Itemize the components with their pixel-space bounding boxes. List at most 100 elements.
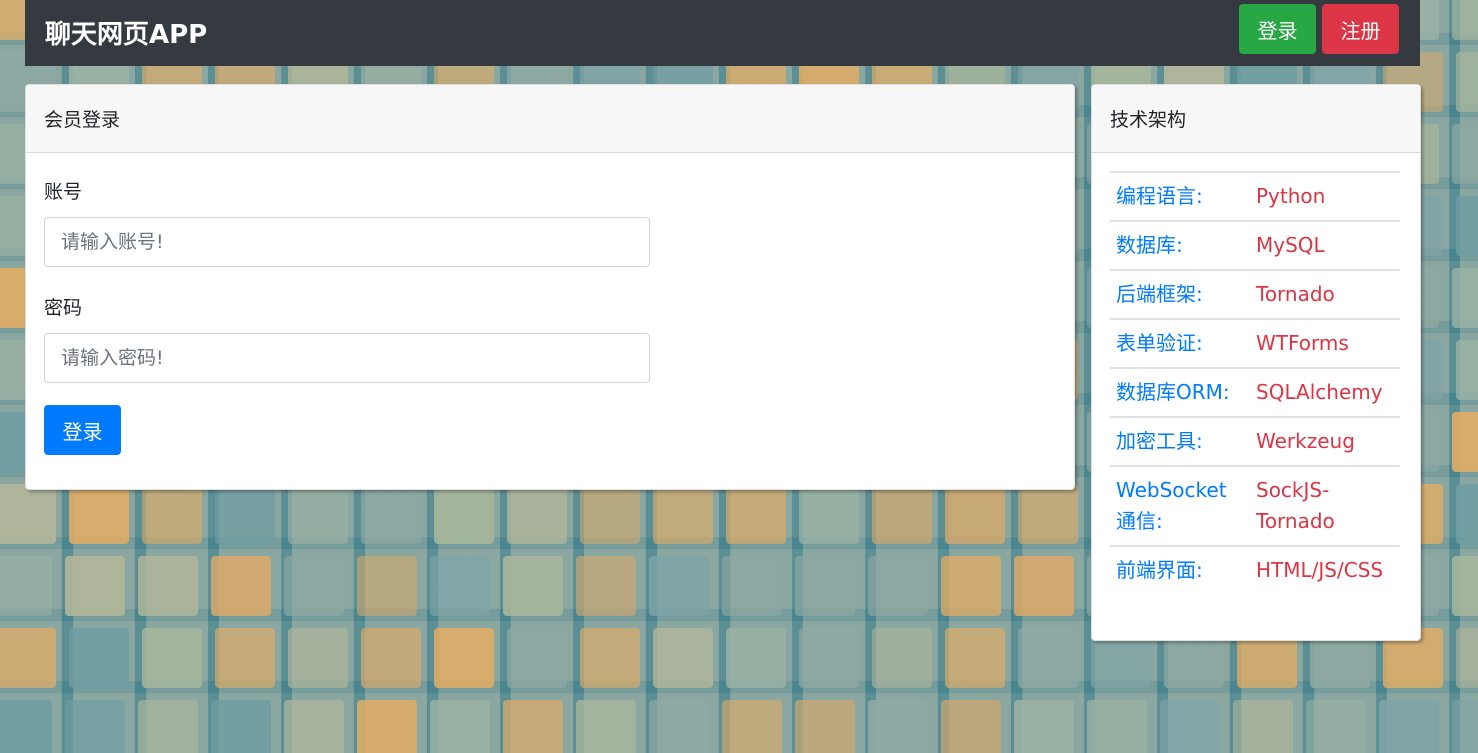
tech-row: 编程语言: Python xyxy=(1110,171,1400,221)
background-tile xyxy=(726,484,786,544)
nav-login-button[interactable]: 登录 xyxy=(1239,4,1316,54)
background-tile xyxy=(1456,52,1478,112)
background-tile xyxy=(430,556,490,616)
tech-key: WebSocket通信: xyxy=(1110,465,1250,546)
background-tile xyxy=(0,484,56,544)
tech-value: SQLAlchemy xyxy=(1250,367,1400,417)
tech-key: 数据库ORM: xyxy=(1110,367,1250,417)
background-tile xyxy=(138,700,198,753)
tech-value: Python xyxy=(1250,171,1400,221)
login-submit-button[interactable]: 登录 xyxy=(44,405,121,455)
background-tile xyxy=(142,484,202,544)
background-tile xyxy=(576,700,636,753)
tech-key: 后端框架: xyxy=(1110,269,1250,319)
background-tile xyxy=(284,700,344,753)
tech-stack-card: 技术架构 编程语言: Python 数据库: MySQL 后端框架: Torna… xyxy=(1091,84,1421,641)
background-tile xyxy=(653,628,713,688)
background-tile xyxy=(1014,556,1074,616)
tech-row: 后端框架: Tornado xyxy=(1110,269,1400,319)
background-tile xyxy=(211,556,271,616)
background-tile xyxy=(503,556,563,616)
background-tile xyxy=(580,484,640,544)
background-tile xyxy=(1306,700,1366,753)
login-form: 账号 密码 登录 xyxy=(26,153,1074,475)
background-tile xyxy=(1087,700,1147,753)
background-tile xyxy=(1456,196,1478,256)
background-tile xyxy=(507,484,567,544)
nav-register-button[interactable]: 注册 xyxy=(1322,4,1399,54)
background-tile xyxy=(1018,484,1078,544)
tech-row: 数据库ORM: SQLAlchemy xyxy=(1110,367,1400,417)
top-navbar: 聊天网页APP 登录 注册 xyxy=(25,0,1420,66)
password-input[interactable] xyxy=(44,333,650,383)
background-tile xyxy=(0,628,56,688)
background-tile xyxy=(430,700,490,753)
background-tile xyxy=(872,484,932,544)
background-tile xyxy=(722,700,782,753)
background-tile xyxy=(649,556,709,616)
background-tile xyxy=(1456,340,1478,400)
tech-value: HTML/JS/CSS xyxy=(1250,545,1400,594)
background-tile xyxy=(1014,700,1074,753)
background-tile xyxy=(1456,484,1478,544)
account-input[interactable] xyxy=(44,217,650,267)
background-tile xyxy=(288,484,348,544)
tech-row: 前端界面: HTML/JS/CSS xyxy=(1110,545,1400,594)
background-tile xyxy=(576,556,636,616)
background-tile xyxy=(1018,628,1078,688)
background-tile xyxy=(941,556,1001,616)
tech-value: MySQL xyxy=(1250,220,1400,270)
tech-row: 加密工具: Werkzeug xyxy=(1110,416,1400,466)
background-tile xyxy=(357,700,417,753)
background-tile xyxy=(795,700,855,753)
background-tile xyxy=(580,628,640,688)
background-tile xyxy=(69,484,129,544)
background-tile xyxy=(434,484,494,544)
background-tile xyxy=(1452,700,1478,753)
background-tile xyxy=(726,628,786,688)
background-tile xyxy=(1160,700,1220,753)
background-tile xyxy=(799,484,859,544)
background-tile xyxy=(69,628,129,688)
tech-key: 加密工具: xyxy=(1110,416,1250,466)
tech-key: 数据库: xyxy=(1110,220,1250,270)
account-label: 账号 xyxy=(44,181,83,203)
tech-value: SockJS-Tornado xyxy=(1250,465,1400,546)
background-tile xyxy=(65,556,125,616)
tech-stack-table: 编程语言: Python 数据库: MySQL 后端框架: Tornado 表单… xyxy=(1110,171,1400,594)
tech-row: 数据库: MySQL xyxy=(1110,220,1400,270)
tech-key: 前端界面: xyxy=(1110,545,1250,594)
background-tile xyxy=(1452,0,1478,40)
tech-card-title: 技术架构 xyxy=(1092,85,1420,153)
background-tile xyxy=(1233,700,1293,753)
background-tile xyxy=(945,484,1005,544)
tech-key: 表单验证: xyxy=(1110,318,1250,368)
background-tile xyxy=(0,700,52,753)
background-tile xyxy=(872,628,932,688)
app-brand[interactable]: 聊天网页APP xyxy=(45,14,207,51)
background-tile xyxy=(941,700,1001,753)
background-tile xyxy=(215,628,275,688)
background-tile xyxy=(142,628,202,688)
background-tile xyxy=(1452,268,1478,328)
background-tile xyxy=(507,628,567,688)
login-card-title: 会员登录 xyxy=(26,85,1074,153)
tech-value: WTForms xyxy=(1250,318,1400,368)
background-tile xyxy=(65,700,125,753)
background-tile xyxy=(361,484,421,544)
background-tile xyxy=(138,556,198,616)
background-tile xyxy=(503,700,563,753)
background-tile xyxy=(1452,124,1478,184)
tech-key: 编程语言: xyxy=(1110,171,1250,221)
background-tile xyxy=(868,556,928,616)
tech-row: WebSocket通信: SockJS-Tornado xyxy=(1110,465,1400,546)
background-tile xyxy=(868,700,928,753)
tech-row: 表单验证: WTForms xyxy=(1110,318,1400,368)
background-tile xyxy=(649,700,709,753)
background-tile xyxy=(722,556,782,616)
background-tile xyxy=(434,628,494,688)
background-tile xyxy=(288,628,348,688)
background-tile xyxy=(357,556,417,616)
background-tile xyxy=(653,484,713,544)
background-tile xyxy=(799,628,859,688)
